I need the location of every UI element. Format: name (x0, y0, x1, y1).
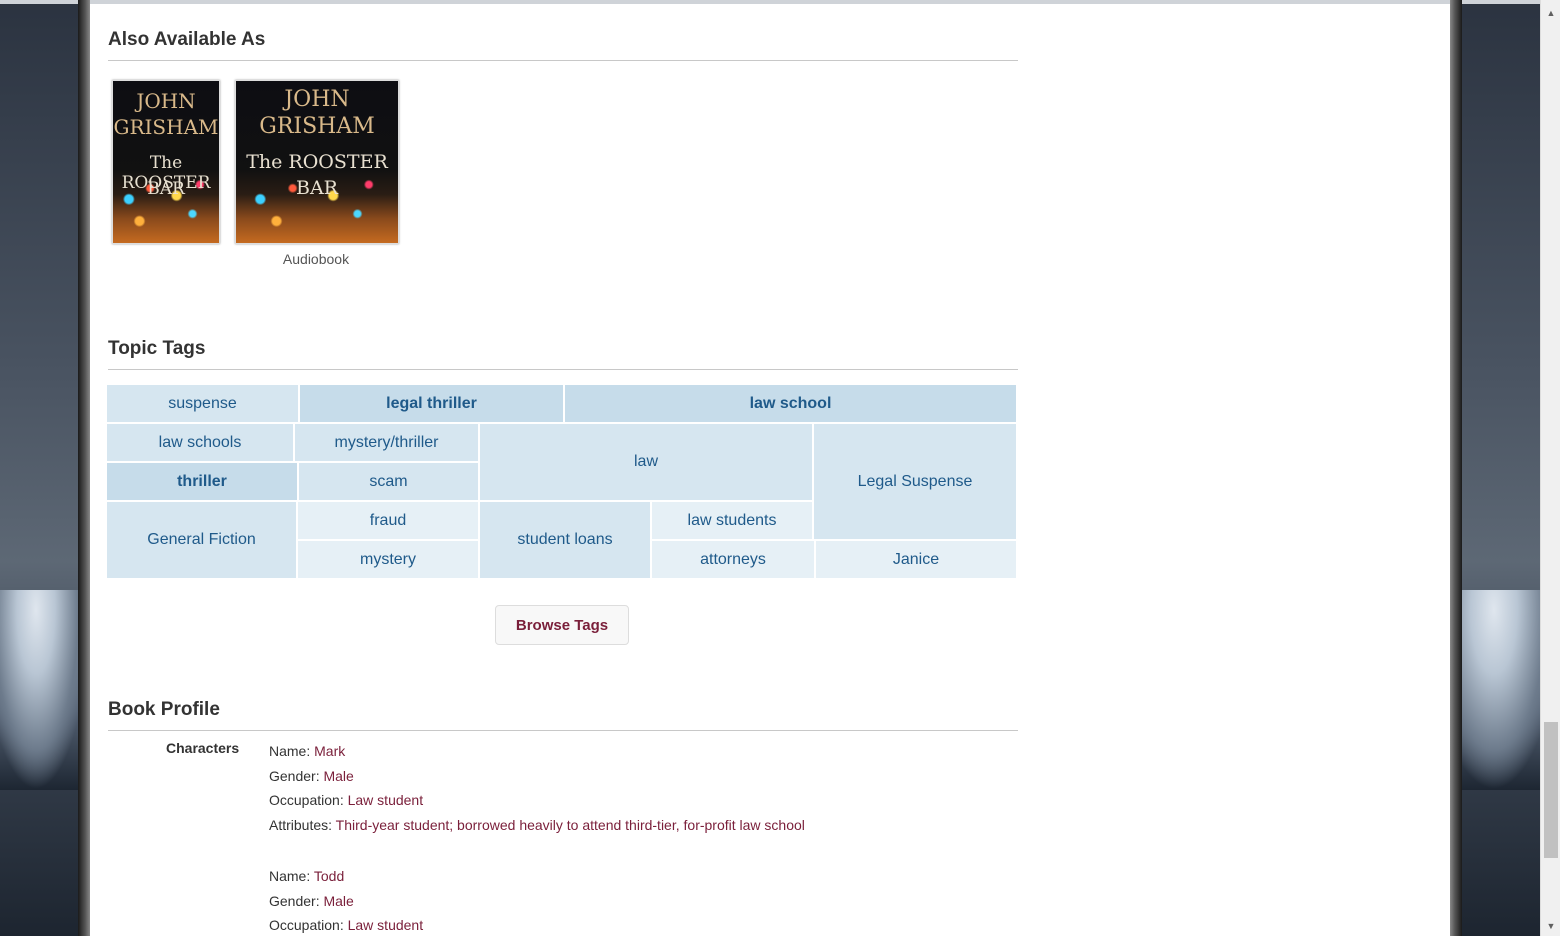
cover-author-line1: JOHN (136, 89, 196, 113)
tag-legal-thriller[interactable]: legal thriller (300, 385, 563, 422)
character-occupation-value[interactable]: Law student (348, 792, 424, 808)
character-name-row: Name: Todd (269, 864, 423, 889)
scrollbar-thumb[interactable] (1544, 722, 1558, 858)
tag-mystery[interactable]: mystery (298, 541, 478, 578)
background-left-scenery (0, 0, 90, 936)
character-entry: Name: Mark Gender: Male Occupation: Law … (269, 739, 805, 837)
tag-suspense[interactable]: suspense (107, 385, 298, 422)
cover-author-line2: GRISHAM (113, 115, 219, 139)
tag-fraud[interactable]: fraud (298, 502, 478, 539)
vertical-scrollbar[interactable]: ▲ ▼ (1540, 0, 1560, 936)
characters-label: Characters (166, 740, 240, 756)
cover-title-line2: BAR (296, 177, 338, 199)
field-label: Gender: (269, 767, 320, 784)
book-profile-section: Book Profile (108, 699, 1018, 731)
field-label: Name: (269, 868, 311, 884)
tag-law-students[interactable]: law students (652, 502, 812, 539)
character-occupation-row: Occupation: Law student (269, 913, 423, 936)
field-label: Gender: (269, 892, 320, 909)
tag-legal-suspense[interactable]: Legal Suspense (814, 424, 1016, 539)
character-gender-row: Gender: Male (269, 764, 805, 789)
character-name-value[interactable]: Todd (314, 868, 344, 884)
topic-tags-section: Topic Tags (108, 338, 1018, 370)
tag-student-loans[interactable]: student loans (480, 502, 650, 578)
character-entry: Name: Todd Gender: Male Occupation: Law … (269, 864, 423, 936)
character-attributes-value[interactable]: Third-year student; borrowed heavily to … (336, 817, 805, 833)
field-label: Occupation: (269, 917, 344, 933)
character-occupation-value[interactable]: Law student (348, 917, 424, 933)
field-label: Name: (269, 743, 311, 759)
character-gender-value[interactable]: Male (323, 893, 353, 909)
character-gender-row: Gender: Male (269, 889, 423, 914)
tag-scam[interactable]: scam (299, 463, 478, 500)
tag-mystery-thriller[interactable]: mystery/thriller (295, 424, 478, 461)
tag-attorneys[interactable]: attorneys (652, 541, 814, 578)
also-available-section: Also Available As (108, 29, 1018, 61)
scroll-down-arrow-icon[interactable]: ▼ (1541, 917, 1560, 934)
cover-author-line1: JOHN (284, 87, 350, 112)
tag-janice[interactable]: Janice (816, 541, 1016, 578)
tag-law-schools[interactable]: law schools (107, 424, 293, 461)
main-content-panel: Also Available As JOHN GRISHAM The ROOST… (90, 4, 1450, 936)
character-name-value[interactable]: Mark (314, 743, 345, 759)
tag-thriller[interactable]: thriller (107, 463, 297, 500)
character-attributes-row: Attributes: Third-year student; borrowed… (269, 813, 805, 838)
tag-general-fiction[interactable]: General Fiction (107, 502, 296, 578)
panel-left-edge (78, 0, 90, 936)
book-cover-audiobook[interactable]: JOHN GRISHAM The ROOSTER BAR (235, 80, 399, 244)
topic-tags-heading: Topic Tags (108, 338, 1018, 370)
scroll-up-arrow-icon[interactable]: ▲ (1541, 4, 1560, 21)
panel-right-edge (1450, 0, 1462, 936)
browse-tags-button[interactable]: Browse Tags (495, 605, 629, 645)
book-profile-heading: Book Profile (108, 699, 1018, 731)
character-name-row: Name: Mark (269, 739, 805, 764)
tag-law-school[interactable]: law school (565, 385, 1016, 422)
character-occupation-row: Occupation: Law student (269, 788, 805, 813)
book-cover-ebook[interactable]: JOHN GRISHAM The ROOSTER BAR (112, 80, 220, 244)
tag-law[interactable]: law (480, 424, 812, 500)
character-gender-value[interactable]: Male (323, 768, 353, 784)
also-available-heading: Also Available As (108, 29, 1018, 61)
cover-title-line1: The ROOSTER (246, 151, 388, 173)
cover-author-line2: GRISHAM (259, 114, 375, 139)
audiobook-label[interactable]: Audiobook (235, 251, 397, 267)
field-label: Attributes: (269, 816, 333, 833)
field-label: Occupation: (269, 792, 344, 808)
cover-title-line2: BAR (147, 179, 185, 199)
